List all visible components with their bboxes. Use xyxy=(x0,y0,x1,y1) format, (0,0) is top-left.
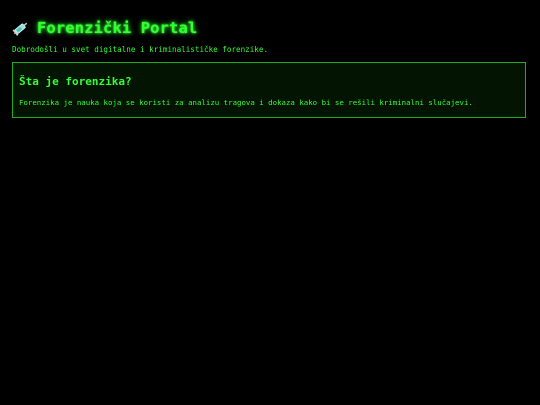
syringe-icon xyxy=(12,19,30,37)
card-heading: Šta je forenzika? xyxy=(19,75,132,88)
card-text: Forenzika je nauka koja se koristi za an… xyxy=(19,98,473,107)
page-header: Forenzički Portal xyxy=(12,17,528,39)
welcome-text: Dobrodošli u svet digitalne i kriminalis… xyxy=(12,45,269,54)
page-title: Forenzički Portal xyxy=(37,19,198,37)
info-card: Šta je forenzika? Forenzika je nauka koj… xyxy=(12,62,526,118)
portal-page: Forenzički Portal Dobrodošli u svet digi… xyxy=(12,0,528,118)
